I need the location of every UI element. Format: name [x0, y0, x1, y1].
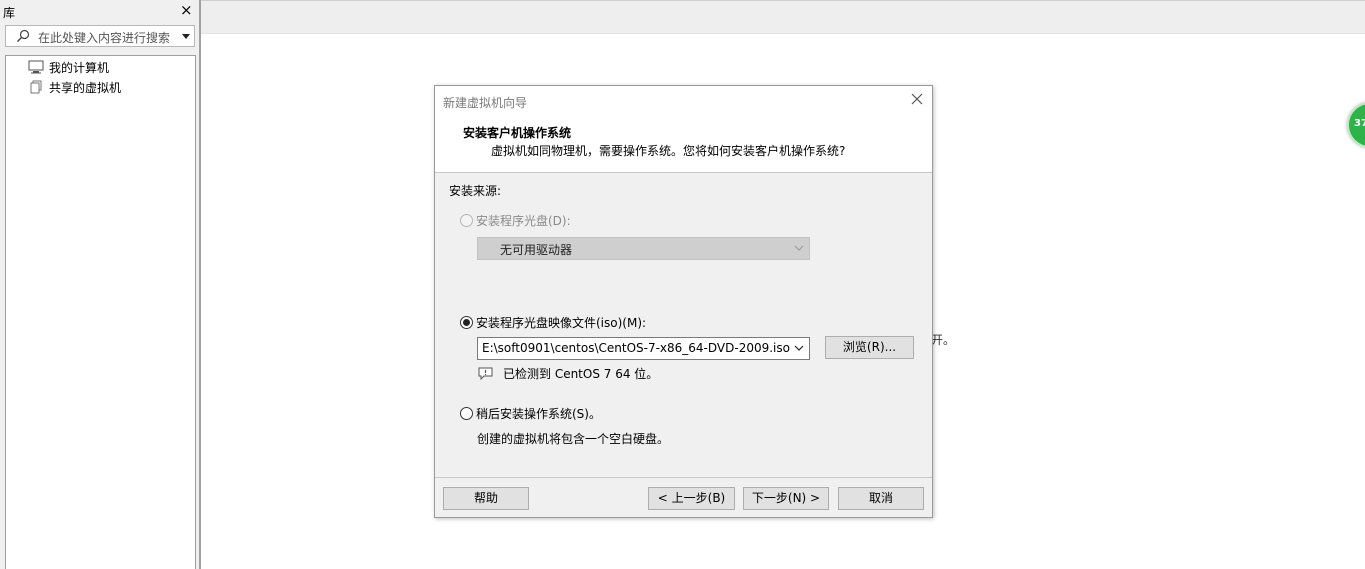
install-later-description: 创建的虚拟机将包含一个空白硬盘。: [477, 432, 670, 446]
dialog-heading: 安装客户机操作系统: [463, 126, 572, 140]
next-button[interactable]: 下一步(N) >: [743, 487, 829, 510]
close-icon[interactable]: [907, 89, 927, 109]
drive-select[interactable]: 无可用驱动器: [477, 237, 810, 260]
disc-option-label: 安装程序光盘(D):: [476, 214, 571, 228]
install-later-label: 稍后安装操作系统(S)。: [476, 407, 601, 421]
drive-select-value: 无可用驱动器: [500, 243, 573, 257]
main-area-border: [200, 0, 201, 569]
detected-os-text: 已检测到 CentOS 7 64 位。: [503, 367, 659, 381]
tree-item-label: 我的计算机: [49, 60, 110, 75]
dialog-subheading: 虚拟机如同物理机，需要操作系统。您将如何安装客户机操作系统?: [491, 144, 846, 158]
iso-path-value: E:\soft0901\centos\CentOS-7-x86_64-DVD-2…: [482, 341, 790, 355]
badge-text: 37: [1354, 118, 1365, 129]
shared-vm-icon: [30, 80, 42, 94]
tab-bar: [201, 0, 1365, 34]
chevron-down-icon: [794, 245, 804, 251]
install-source-label: 安装来源:: [449, 184, 502, 198]
floating-badge[interactable]: 37: [1347, 102, 1365, 148]
browse-button[interactable]: 浏览(R)...: [825, 336, 914, 359]
new-vm-wizard-dialog: 新建虚拟机向导 安装客户机操作系统 虚拟机如同物理机，需要操作系统。您将如何安装…: [434, 85, 933, 518]
back-button[interactable]: < 上一步(B): [648, 487, 735, 510]
search-dropdown-icon[interactable]: [182, 34, 190, 39]
tree-item-label: 共享的虚拟机: [49, 80, 122, 95]
search-placeholder: 在此处键入内容进行搜索: [38, 31, 171, 45]
footer-divider: [435, 477, 932, 478]
dialog-title: 新建虚拟机向导: [443, 96, 528, 110]
background-text-fragment: 开。: [931, 333, 956, 347]
library-panel: 库 × 在此处键入内容进行搜索 我的计算机 共享的虚拟机: [0, 0, 200, 569]
cancel-button[interactable]: 取消: [838, 487, 924, 510]
iso-path-combobox[interactable]: E:\soft0901\centos\CentOS-7-x86_64-DVD-2…: [477, 337, 810, 360]
info-message-icon: [478, 367, 493, 380]
tree-item-my-computer[interactable]: 我的计算机: [28, 58, 109, 76]
dialog-header: 新建虚拟机向导 安装客户机操作系统 虚拟机如同物理机，需要操作系统。您将如何安装…: [435, 86, 932, 173]
library-search-input[interactable]: 在此处键入内容进行搜索: [5, 25, 195, 47]
library-close-icon[interactable]: ×: [180, 2, 193, 18]
library-title: 库: [3, 6, 16, 20]
computer-icon: [28, 60, 44, 74]
disc-radio[interactable]: [460, 214, 473, 227]
search-icon: [17, 29, 30, 42]
install-later-radio[interactable]: [460, 407, 473, 420]
help-button[interactable]: 帮助: [443, 487, 529, 510]
iso-radio[interactable]: [460, 316, 473, 329]
chevron-down-icon[interactable]: [794, 344, 804, 352]
iso-option-label: 安装程序光盘映像文件(iso)(M):: [476, 316, 647, 330]
library-tree: 我的计算机 共享的虚拟机: [5, 55, 196, 569]
tree-item-shared-vms[interactable]: 共享的虚拟机: [28, 78, 121, 96]
